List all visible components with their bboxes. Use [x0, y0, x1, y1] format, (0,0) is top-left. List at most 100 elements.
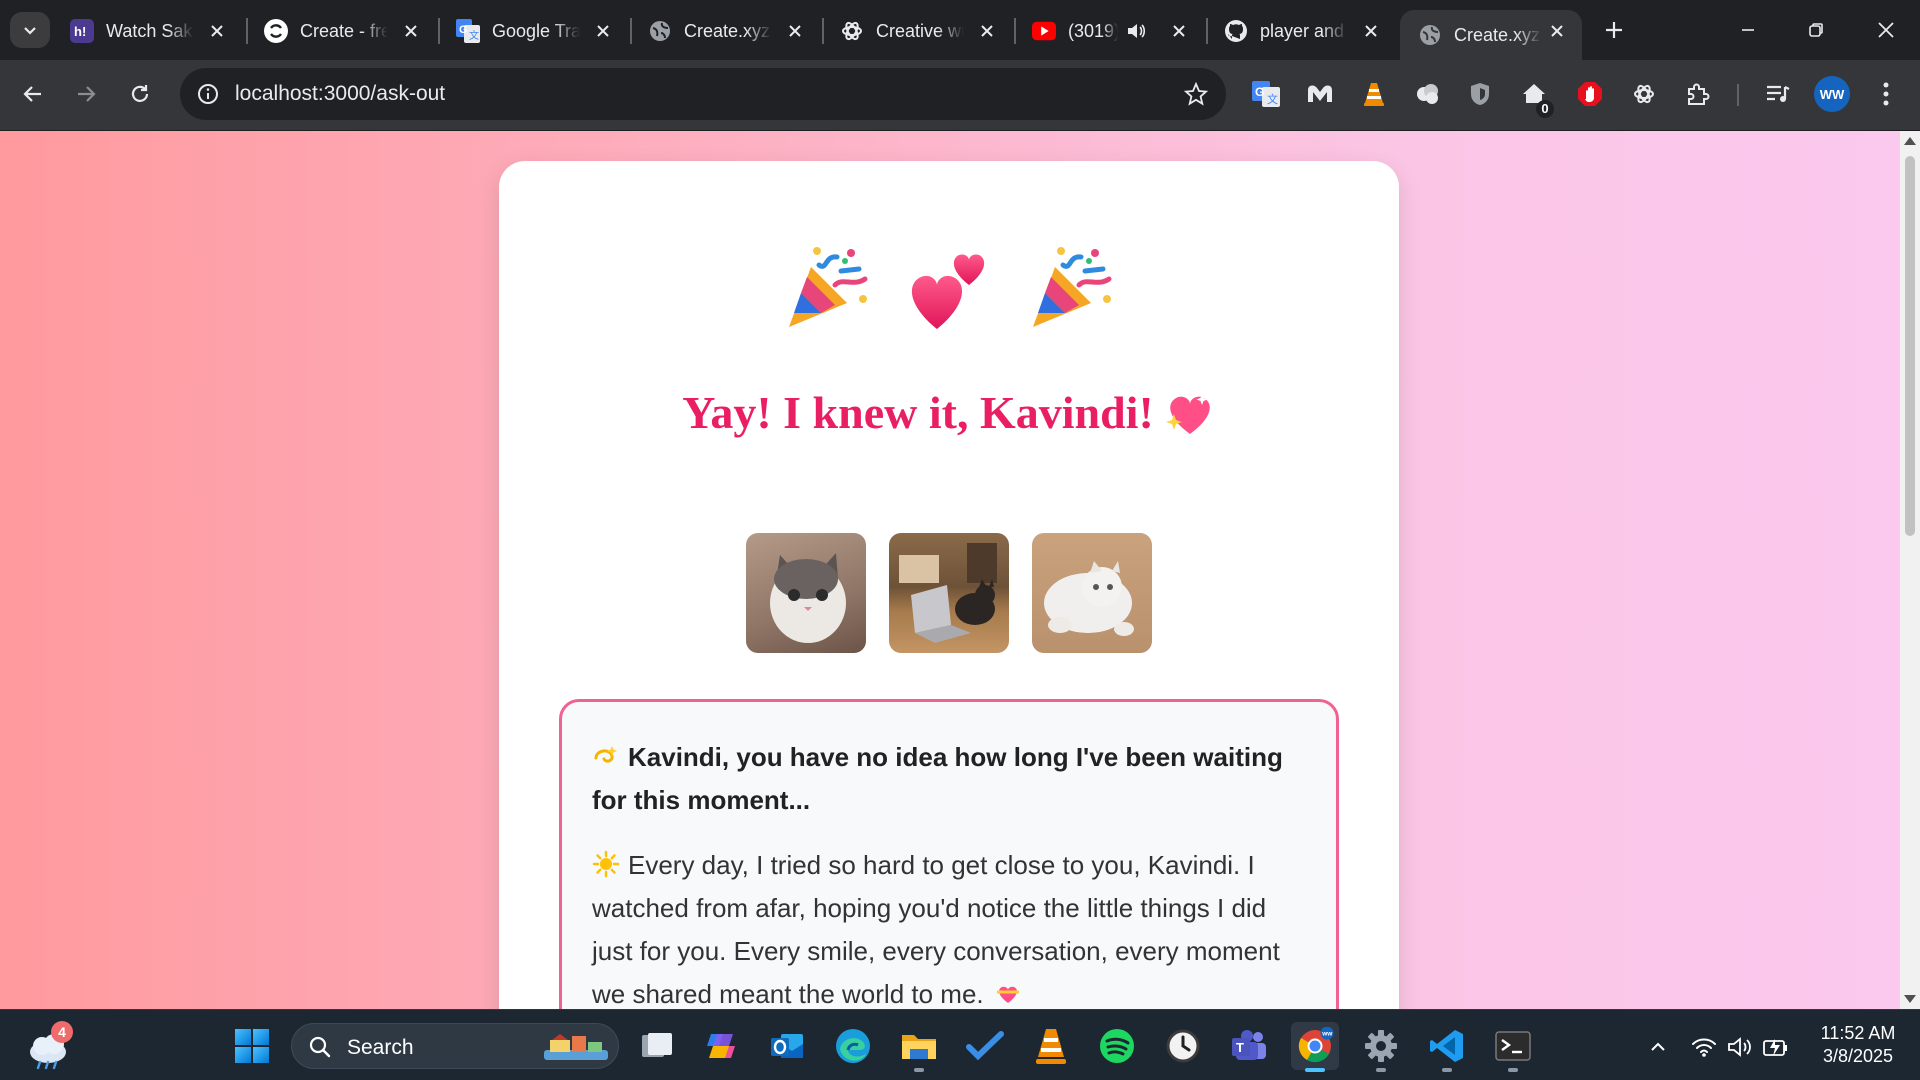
url-text[interactable]: localhost:3000/ask-out	[235, 82, 445, 106]
vscode-icon	[1430, 1030, 1463, 1062]
start-button[interactable]	[228, 1022, 276, 1070]
malwarebytes-icon[interactable]	[1302, 76, 1338, 112]
tab-3[interactable]: Create.xyz	[630, 10, 820, 52]
close-tab-icon[interactable]	[206, 20, 228, 42]
chevron-up-icon	[1651, 1042, 1665, 1051]
extension-badge: 0	[1536, 100, 1554, 118]
close-tab-icon[interactable]	[400, 20, 422, 42]
taskbar-app-copilot[interactable]	[697, 1022, 745, 1070]
back-button[interactable]	[13, 74, 53, 114]
media-control-icon[interactable]	[1760, 76, 1796, 112]
close-window-button[interactable]	[1858, 8, 1914, 52]
volume-button[interactable]	[1725, 1032, 1755, 1062]
speaker-icon[interactable]	[1126, 21, 1146, 41]
profile-avatar[interactable]: WW	[1814, 76, 1850, 112]
forward-button[interactable]	[66, 74, 106, 114]
page-scrollbar[interactable]	[1900, 131, 1920, 1009]
reload-button[interactable]	[120, 74, 160, 114]
new-tab-button[interactable]	[1598, 14, 1630, 46]
close-tab-icon[interactable]	[1360, 20, 1382, 42]
two-hearts-icon	[911, 254, 985, 329]
tab-1[interactable]: Create - free	[246, 10, 436, 52]
more-menu-icon[interactable]	[1868, 76, 1904, 112]
minimize-button[interactable]	[1720, 8, 1776, 52]
arrow-left-icon	[23, 86, 41, 102]
arrow-right-icon	[78, 86, 96, 102]
chatgpt-icon	[840, 19, 864, 43]
taskbar-app-outlook[interactable]	[763, 1022, 811, 1070]
taskbar-app-vscode[interactable]	[1423, 1022, 1471, 1072]
tab-5[interactable]: (3019)	[1014, 10, 1204, 52]
tab-2[interactable]: G文 Google Translate	[438, 10, 628, 52]
scroll-up-arrow-icon[interactable]	[1904, 137, 1916, 145]
system-clock[interactable]: 11:52 AM 3/8/2025	[1808, 1022, 1908, 1068]
chatgpt-icon[interactable]	[1626, 76, 1662, 112]
terminal-icon	[1495, 1031, 1531, 1061]
close-tab-icon[interactable]	[976, 20, 998, 42]
taskbar-app-chrome[interactable]: ww	[1291, 1022, 1339, 1072]
close-tab-icon[interactable]	[592, 20, 614, 42]
party-popper-icon	[1033, 247, 1112, 327]
clock-time: 11:52 AM	[1820, 1023, 1896, 1043]
svg-text:ww: ww	[1321, 1031, 1333, 1038]
tab-title: Create.xyz	[684, 20, 771, 41]
scroll-down-arrow-icon[interactable]	[1904, 995, 1916, 1003]
cat-gif-1	[746, 533, 866, 653]
home-badge-icon[interactable]: 0	[1516, 76, 1554, 118]
clock-date: 3/8/2025	[1822, 1046, 1894, 1066]
wifi-button[interactable]	[1689, 1032, 1719, 1062]
taskbar-app-vlc[interactable]	[1027, 1022, 1075, 1070]
taskbar-app-teams[interactable]: T	[1225, 1022, 1273, 1070]
taskbar-app-settings[interactable]	[1357, 1022, 1405, 1072]
google-translate-ext-icon[interactable]: G文	[1248, 76, 1284, 112]
taskbar-app-spotify[interactable]	[1093, 1022, 1141, 1070]
vlc-icon	[1036, 1029, 1066, 1064]
hianime-icon: h!	[70, 19, 94, 43]
tab-4[interactable]: Creative writing	[822, 10, 1012, 52]
weather-widget[interactable]: 4	[24, 1021, 74, 1070]
show-hidden-icons-button[interactable]	[1643, 1032, 1673, 1062]
globe-icon	[648, 19, 672, 43]
taskbar-app-terminal[interactable]	[1489, 1022, 1537, 1072]
close-tab-icon[interactable]	[1546, 20, 1568, 42]
chevron-down-icon	[24, 27, 36, 35]
wifi-icon	[1692, 1038, 1716, 1057]
taskbar-app-task-view[interactable]	[633, 1022, 681, 1070]
page-title: Yay! I knew it, Kavindi!	[499, 386, 1399, 439]
restore-button[interactable]	[1788, 8, 1844, 52]
tab-search-button[interactable]	[10, 12, 50, 48]
tab-title: Watch Sakamoto Days	[106, 20, 194, 41]
taskbar-app-todo[interactable]	[961, 1022, 1009, 1070]
tab-0[interactable]: h! Watch Sakamoto Days	[52, 10, 242, 52]
search-label: Search	[347, 1036, 414, 1059]
bookmark-star-icon[interactable]	[1180, 78, 1212, 110]
cat-gif-3	[1032, 533, 1152, 653]
ext-puzzle-cloud-icon[interactable]	[1410, 76, 1446, 112]
shield-icon[interactable]	[1462, 76, 1498, 112]
taskbar-app-edge[interactable]	[829, 1022, 877, 1070]
close-icon	[1878, 22, 1894, 38]
scrollbar-thumb[interactable]	[1905, 156, 1915, 536]
address-bar[interactable]: localhost:3000/ask-out	[180, 68, 1226, 120]
extensions-icon[interactable]	[1680, 76, 1716, 112]
toolbar-divider	[1737, 84, 1739, 106]
clock-icon	[1166, 1029, 1200, 1063]
close-tab-icon[interactable]	[1168, 20, 1190, 42]
page-viewport: Yay! I knew it, Kavindi! Kavindi, you ha…	[0, 131, 1900, 1009]
taskbar-app-clock[interactable]	[1159, 1022, 1207, 1070]
party-popper-icon	[789, 247, 868, 327]
message-lead: Kavindi, you have no idea how long I've …	[592, 736, 1306, 822]
vlc-icon[interactable]	[1356, 76, 1392, 112]
running-indicator	[1508, 1068, 1518, 1072]
battery-button[interactable]	[1761, 1032, 1791, 1062]
adblock-icon[interactable]	[1572, 76, 1608, 112]
tab-7-active[interactable]: Create.xyz	[1400, 10, 1582, 60]
site-info-icon[interactable]	[192, 78, 224, 110]
close-tab-icon[interactable]	[784, 20, 806, 42]
taskbar-app-file-explorer[interactable]	[895, 1022, 943, 1072]
message-lead-text: Kavindi, you have no idea how long I've …	[592, 742, 1283, 815]
taskbar-search[interactable]: Search	[291, 1023, 619, 1069]
tab-title: Create.xyz	[1454, 24, 1541, 45]
svg-text:G: G	[459, 24, 468, 36]
tab-6[interactable]: player and	[1206, 10, 1396, 52]
